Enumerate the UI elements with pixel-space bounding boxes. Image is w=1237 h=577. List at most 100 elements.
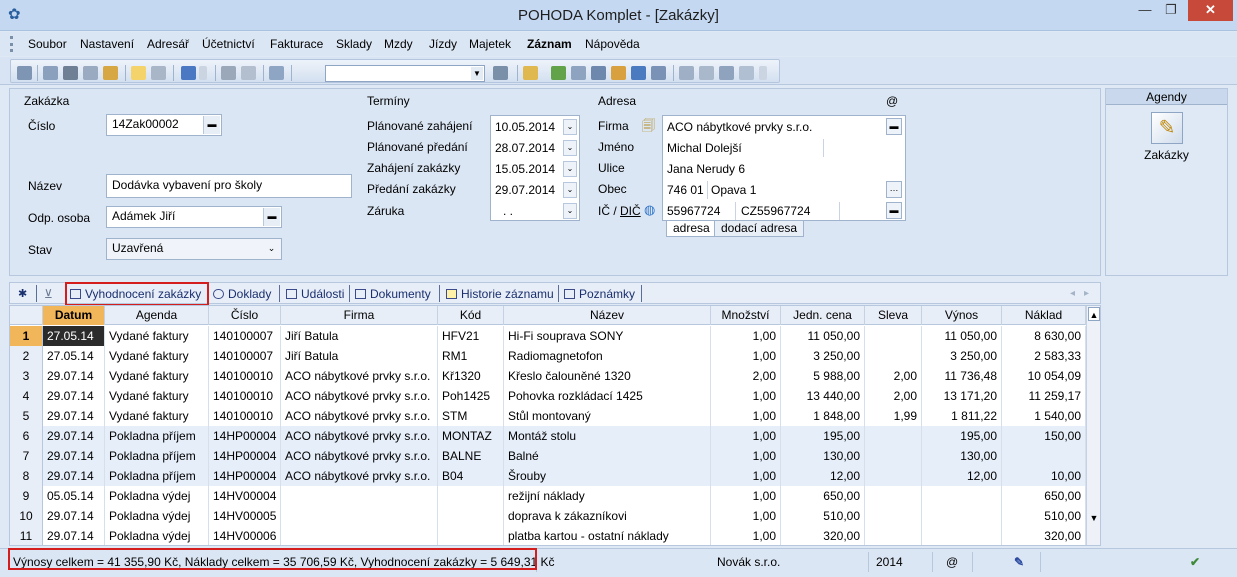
column-header-cislo[interactable]: Číslo <box>209 306 281 325</box>
cell-n[interactable]: 9 <box>10 486 43 506</box>
cell-cena[interactable]: 510,00 <box>781 506 865 526</box>
back-dropdown-icon[interactable] <box>199 66 207 80</box>
date-zaruka[interactable]: . . ⌄ <box>495 201 579 221</box>
scroll-tabs-left-icon[interactable]: ◂ <box>1070 285 1075 303</box>
calendar-dropdown-icon[interactable]: ⌄ <box>563 182 577 198</box>
obec-select-icon[interactable]: … <box>886 181 902 198</box>
cell-mnozstvi[interactable]: 2,00 <box>711 366 781 386</box>
tab-dokumenty[interactable]: Dokumenty <box>355 285 431 303</box>
cell-sleva[interactable]: 2,00 <box>865 366 922 386</box>
psc-field[interactable]: 746 01 <box>667 180 707 200</box>
cell-firma[interactable]: ACO nábytkové prvky s.r.o. <box>281 386 438 406</box>
cell-kod[interactable]: HFV21 <box>438 326 504 346</box>
cell-naklad[interactable]: 150,00 <box>1002 426 1086 446</box>
column-header-sleva[interactable]: Sleva <box>865 306 922 325</box>
cell-kod[interactable] <box>438 486 504 506</box>
cell-sleva[interactable] <box>865 466 922 486</box>
undo-save-icon[interactable] <box>241 66 256 80</box>
calendar-dropdown-icon[interactable]: ⌄ <box>563 119 577 135</box>
cell-cena[interactable]: 1 848,00 <box>781 406 865 426</box>
ic-select-icon[interactable]: ▬ <box>886 202 902 219</box>
iban-icon[interactable] <box>631 66 646 80</box>
cell-n[interactable]: 5 <box>10 406 43 426</box>
cell-agenda[interactable]: Pokladna příjem <box>105 466 209 486</box>
cell-naklad[interactable]: 8 630,00 <box>1002 326 1086 346</box>
scroll-tabs-right-icon[interactable]: ▸ <box>1084 285 1089 303</box>
cislo-field[interactable]: 14Zak00002 ▬ <box>106 114 222 136</box>
cell-nazev[interactable]: doprava k zákazníkovi <box>504 506 711 526</box>
cell-cena[interactable]: 130,00 <box>781 446 865 466</box>
ulice-field[interactable]: Jana Nerudy 6 <box>667 159 903 179</box>
cell-sleva[interactable] <box>865 346 922 366</box>
zakazky-agenda-icon[interactable]: ✎ <box>1151 112 1183 144</box>
cell-datum[interactable]: 29.07.14 <box>43 426 105 446</box>
cell-n[interactable]: 7 <box>10 446 43 466</box>
cell-mnozstvi[interactable]: 1,00 <box>711 486 781 506</box>
cell-sleva[interactable] <box>865 526 922 545</box>
cell-mnozstvi[interactable]: 1,00 <box>711 326 781 346</box>
stav-select[interactable]: Uzavřená ⌄ <box>106 238 282 260</box>
filter-icon[interactable]: ⊻ <box>44 285 53 303</box>
cell-naklad[interactable]: 650,00 <box>1002 486 1086 506</box>
menu-fakturace[interactable]: Fakturace <box>270 37 323 51</box>
cell-naklad[interactable]: 10 054,09 <box>1002 366 1086 386</box>
cell-mnozstvi[interactable]: 1,00 <box>711 466 781 486</box>
menu-nastaveni[interactable]: Nastavení <box>80 37 134 51</box>
cell-mnozstvi[interactable]: 1,00 <box>711 506 781 526</box>
cell-vynos[interactable] <box>922 506 1002 526</box>
cell-cislo[interactable]: 140100010 <box>209 386 281 406</box>
cell-datum[interactable]: 27.05.14 <box>43 346 105 366</box>
cell-n[interactable]: 1 <box>10 326 43 346</box>
cell-nazev[interactable]: Balné <box>504 446 711 466</box>
column-header-jedn-cena[interactable]: Jedn. cena <box>781 306 865 325</box>
menu-zaznam[interactable]: Záznam <box>527 37 572 51</box>
tab-adresa[interactable]: adresa <box>666 221 717 237</box>
tab-poznamky[interactable]: Poznámky <box>564 285 635 303</box>
cell-firma[interactable]: ACO nábytkové prvky s.r.o. <box>281 446 438 466</box>
tools-dropdown-icon[interactable] <box>759 66 767 80</box>
cell-nazev[interactable]: Křeslo čalouněné 1320 <box>504 366 711 386</box>
cell-cislo[interactable]: 14HP00004 <box>209 426 281 446</box>
cell-n[interactable]: 8 <box>10 466 43 486</box>
cell-datum[interactable]: 29.07.14 <box>43 466 105 486</box>
calendar-dropdown-icon[interactable]: ⌄ <box>563 203 577 219</box>
cell-nazev[interactable]: Hi-Fi souprava SONY <box>504 326 711 346</box>
cell-datum[interactable]: 29.07.14 <box>43 506 105 526</box>
date-predani[interactable]: 29.07.2014 ⌄ <box>495 180 579 200</box>
cell-cislo[interactable]: 140100007 <box>209 346 281 366</box>
menu-majetek[interactable]: Majetek <box>469 37 511 51</box>
new-row-icon[interactable]: ✱ <box>18 285 27 303</box>
calendar-dropdown-icon[interactable]: ⌄ <box>563 140 577 156</box>
cell-agenda[interactable]: Vydané faktury <box>105 326 209 346</box>
column-header-agenda[interactable]: Agenda <box>105 306 209 325</box>
close-button[interactable]: ✕ <box>1188 0 1233 21</box>
table-row[interactable]: 1 27.05.14 Vydané faktury 140100007 Jiří Bat… <box>10 326 1086 346</box>
cell-firma[interactable] <box>281 486 438 506</box>
document-icon[interactable] <box>719 66 734 80</box>
odp-osoba-field[interactable]: Adámek Jiří ▬ <box>106 206 282 228</box>
cell-sleva[interactable]: 1,99 <box>865 406 922 426</box>
cell-datum[interactable]: 29.07.14 <box>43 366 105 386</box>
cell-datum[interactable]: 29.07.14 <box>43 386 105 406</box>
column-header-datum[interactable]: Datum <box>43 306 105 325</box>
cell-n[interactable]: 10 <box>10 506 43 526</box>
chevron-down-icon[interactable]: ⌄ <box>263 240 280 258</box>
ok-check-icon[interactable]: ✔ <box>1190 555 1200 569</box>
cell-cislo[interactable]: 14HV00005 <box>209 506 281 526</box>
cell-mnozstvi[interactable]: 1,00 <box>711 406 781 426</box>
date-zahajeni[interactable]: 15.05.2014 ⌄ <box>495 159 579 179</box>
column-header-firma[interactable]: Firma <box>281 306 438 325</box>
cell-sleva[interactable] <box>865 446 922 466</box>
calendar-icon[interactable] <box>591 66 606 80</box>
cell-datum[interactable]: 29.07.14 <box>43 406 105 426</box>
ic-field[interactable]: 55967724 <box>667 201 737 221</box>
cell-firma[interactable]: ACO nábytkové prvky s.r.o. <box>281 426 438 446</box>
table-row[interactable]: 9 05.05.14 Pokladna výdej 14HV00004 režijní … <box>10 486 1086 506</box>
cell-agenda[interactable]: Pokladna příjem <box>105 426 209 446</box>
cell-firma[interactable]: Jiří Batula <box>281 346 438 366</box>
cell-kod[interactable]: RM1 <box>438 346 504 366</box>
jmeno-field[interactable]: Michal Dolejší <box>667 138 827 158</box>
cell-agenda[interactable]: Pokladna výdej <box>105 526 209 545</box>
table-row[interactable]: 7 29.07.14 Pokladna příjem 14HP00004 ACO náb… <box>10 446 1086 466</box>
cell-cena[interactable]: 195,00 <box>781 426 865 446</box>
